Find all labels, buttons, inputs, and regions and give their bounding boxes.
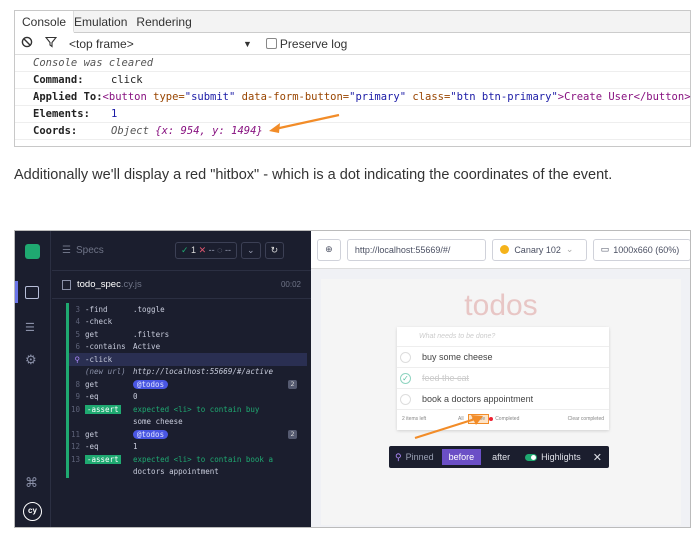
spec-duration: 00:02 xyxy=(280,280,301,289)
console-row-elements: Elements: 1 xyxy=(15,106,690,123)
after-button[interactable]: after xyxy=(485,449,517,465)
devtools-tabbar: Console Emulation Rendering xyxy=(15,11,690,33)
todo-toggle[interactable] xyxy=(400,351,411,363)
row-key: Command: xyxy=(33,74,84,86)
canary-browser-icon xyxy=(500,245,510,254)
filter-icon[interactable] xyxy=(44,36,58,51)
clear-completed-button[interactable]: Clear completed xyxy=(568,416,604,422)
cypress-runner: ☰ ⚙ ⌘ cy ☰ Specs ✓ 1 ✕ -- ◌ -- ⌄ ↻ todo_… xyxy=(14,230,691,528)
preview-toolbar: ⊕ http://localhost:55669/#/ Canary 102 ⌄ … xyxy=(311,231,690,269)
pin-icon: ⚲ xyxy=(74,354,81,364)
preserve-log-checkbox[interactable]: Preserve log xyxy=(265,36,348,51)
pinned-label: Pinned xyxy=(405,452,434,462)
command-row[interactable]: 4 -check xyxy=(69,316,307,329)
runs-nav-icon[interactable]: ☰ xyxy=(25,321,35,334)
reporter-panel: ☰ Specs ✓ 1 ✕ -- ◌ -- ⌄ ↻ todo_spec .cy.j… xyxy=(52,231,311,527)
annotation-arrow xyxy=(414,415,483,440)
browser-selector[interactable]: Canary 102 ⌄ xyxy=(492,238,587,261)
command-row[interactable]: (new url) http://localhost:55669/#/active xyxy=(69,366,307,379)
app-preview-pane: ⊕ http://localhost:55669/#/ Canary 102 ⌄ … xyxy=(311,231,690,527)
chevron-down-icon[interactable]: ▼ xyxy=(243,39,252,49)
specs-list-icon[interactable]: ☰ xyxy=(62,245,71,256)
cypress-logo-icon xyxy=(25,244,40,259)
row-value: 1 xyxy=(111,108,118,120)
settings-gear-icon[interactable]: ⚙ xyxy=(25,352,37,368)
todo-item[interactable]: buy some cheese xyxy=(397,347,609,368)
console-row-coords[interactable]: Coords: Object {x: 954, y: 1494} xyxy=(15,123,690,140)
coords-object[interactable]: Object {x: 954, y: 1494} xyxy=(111,125,263,137)
url-field[interactable]: http://localhost:55669/#/ xyxy=(346,238,487,261)
todo-item[interactable]: book a doctors appointment xyxy=(397,389,609,410)
row-key: Applied To: xyxy=(33,91,103,103)
command-row[interactable]: 5 get .filters xyxy=(69,328,307,341)
toggle-switch-icon xyxy=(525,453,538,461)
row-key: Elements: xyxy=(33,108,90,120)
cypress-brand-icon: cy xyxy=(23,502,42,521)
command-row[interactable]: 12 -eq 1 xyxy=(69,441,307,454)
specs-label[interactable]: Specs xyxy=(76,245,171,256)
console-cleared-message: Console was cleared xyxy=(15,55,690,72)
spec-file-header: todo_spec .cy.js 00:02 xyxy=(52,271,311,299)
annotation-arrow xyxy=(269,113,340,133)
console-toolbar: <top frame> ▼ Preserve log xyxy=(15,33,690,55)
highlights-toggle[interactable]: Highlights xyxy=(525,452,581,462)
command-row[interactable]: 9 -eq 0 xyxy=(69,391,307,404)
test-stats: ✓ 1 ✕ -- ◌ -- xyxy=(174,242,238,259)
todo-item-completed[interactable]: ✓ feed the cat xyxy=(397,368,609,389)
specs-nav-icon[interactable] xyxy=(25,286,39,299)
tab-console[interactable]: Console xyxy=(15,11,75,33)
chevron-down-icon[interactable]: ⌄ xyxy=(241,242,261,259)
description-paragraph: Additionally we'll display a red "hitbox… xyxy=(14,167,613,183)
viewport-icon: ▭ xyxy=(600,244,610,254)
command-row[interactable]: 10 -assert expected <li> to contain buy xyxy=(69,403,307,416)
pin-icon: ⚲ xyxy=(395,451,402,462)
selector-playground-button[interactable]: ⊕ xyxy=(317,238,341,261)
command-row[interactable]: 11 get @todos 2 xyxy=(69,428,307,441)
tab-rendering[interactable]: Rendering xyxy=(134,11,198,32)
spec-file-name: todo_spec xyxy=(77,279,121,290)
command-row-pinned[interactable]: ⚲ -click xyxy=(69,353,307,366)
applied-element-html[interactable]: <button type="submit" data-form-button="… xyxy=(103,91,691,103)
todos-heading: todos xyxy=(464,289,538,322)
new-todo-input[interactable]: What needs to be done? xyxy=(397,327,609,347)
active-nav-indicator xyxy=(15,281,18,303)
command-row[interactable]: 6 -contains Active xyxy=(69,341,307,354)
side-nav: ☰ ⚙ ⌘ cy xyxy=(15,231,51,527)
clear-console-icon[interactable] xyxy=(21,36,33,51)
command-row[interactable]: 8 get @todos 2 xyxy=(69,378,307,391)
console-row-command: Command: click xyxy=(15,72,690,89)
frame-selector[interactable]: <top frame> xyxy=(69,37,235,51)
command-row[interactable]: 3 -find .toggle xyxy=(69,303,307,316)
pinned-snapshot-bar: ⚲ Pinned before after Highlights ✕ xyxy=(389,446,609,468)
command-log: 3 -find .toggle 4 -check 5 get .filters 6 -con… xyxy=(66,303,307,478)
todo-toggle[interactable] xyxy=(400,393,411,405)
tab-emulation[interactable]: Emulation xyxy=(74,11,134,32)
devtools-console-panel: Console Emulation Rendering <top frame> … xyxy=(14,10,691,147)
rerun-icon[interactable]: ↻ xyxy=(264,242,285,259)
close-icon[interactable]: ✕ xyxy=(593,451,602,464)
before-button[interactable]: before xyxy=(441,449,482,465)
reporter-header: ☰ Specs ✓ 1 ✕ -- ◌ -- ⌄ ↻ xyxy=(52,231,311,271)
spec-file-ext: .cy.js xyxy=(120,279,142,290)
todo-label: buy some cheese xyxy=(422,352,493,362)
keyboard-shortcuts-icon[interactable]: ⌘ xyxy=(25,475,38,491)
command-row[interactable]: 13 -assert expected <li> to contain book a xyxy=(69,453,307,466)
row-key: Coords: xyxy=(33,125,78,137)
application-under-test: todos What needs to be done? buy some ch… xyxy=(321,279,681,525)
preserve-log-label: Preserve log xyxy=(279,36,348,51)
command-row-continued: some cheese xyxy=(133,417,183,427)
command-row-continued: doctors appointment xyxy=(133,467,219,477)
filter-completed[interactable]: Completed xyxy=(495,416,519,422)
console-row-applied-to[interactable]: Applied To: <button type="submit" data-f… xyxy=(15,89,691,106)
todo-toggle-checked[interactable]: ✓ xyxy=(400,372,411,384)
file-icon xyxy=(62,279,71,290)
todo-label: book a doctors appointment xyxy=(422,394,534,404)
row-value: click xyxy=(111,74,143,86)
viewport-info[interactable]: ▭ 1000x660 (60%) xyxy=(592,238,690,261)
todo-label: feed the cat xyxy=(422,373,470,383)
